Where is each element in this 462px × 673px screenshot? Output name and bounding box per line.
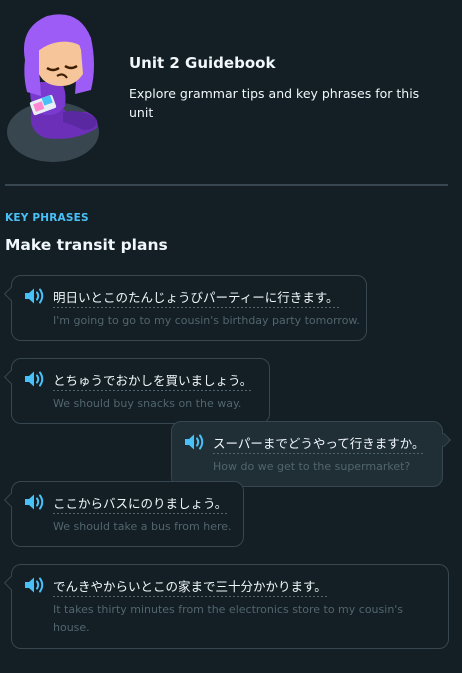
phrase-japanese[interactable]: ここからバスにのりましょう。 (53, 493, 228, 514)
bubble-tail (3, 492, 18, 508)
section-title: Make transit plans (5, 236, 168, 254)
section-label: KEY PHRASES (5, 212, 89, 224)
bubble-tail (3, 575, 18, 591)
phrase-english: It takes thirty minutes from the electro… (53, 603, 404, 634)
phrase-english: How do we get to the supermarket? (213, 460, 411, 473)
phrase-japanese[interactable]: スーパーまでどうやって行きますか。 (213, 433, 425, 454)
phrase-bubble: スーパーまでどうやって行きますか。 How do we get to the s… (171, 421, 451, 487)
speaker-icon[interactable] (24, 493, 46, 511)
speaker-icon[interactable] (24, 576, 46, 594)
phrase-bubble: とちゅうでおかしを買いましょう。 We should buy snacks on… (3, 358, 270, 424)
phrase-bubble: 明日いとこのたんじょうびパーティーに行きます。 I'm going to go … (3, 275, 367, 341)
phrase-japanese[interactable]: でんきやからいとこの家まで三十分かかります。 (53, 576, 327, 597)
phrase-english: I'm going to go to my cousin's birthday … (53, 314, 360, 327)
phrase-english: We should buy snacks on the way. (53, 397, 242, 410)
phrase-english: We should take a bus from here. (53, 520, 232, 533)
speaker-icon[interactable] (24, 287, 46, 305)
phrase-japanese[interactable]: とちゅうでおかしを買いましょう。 (53, 370, 253, 391)
character-avatar-icon (7, 14, 99, 162)
phrase-bubble: ここからバスにのりましょう。 We should take a bus from… (3, 481, 244, 547)
section-divider (5, 184, 448, 186)
phrase-bubble: でんきやからいとこの家まで三十分かかります。 It takes thirty m… (3, 564, 449, 649)
bubble-tail (3, 369, 18, 385)
speaker-icon[interactable] (24, 370, 46, 388)
speaker-icon[interactable] (184, 433, 206, 451)
bubble-tail (3, 286, 18, 302)
bubble-tail (436, 432, 451, 448)
guidebook-title: Unit 2 Guidebook (129, 54, 276, 72)
phrase-japanese[interactable]: 明日いとこのたんじょうびパーティーに行きます。 (53, 287, 339, 308)
guidebook-description: Explore grammar tips and key phrases for… (129, 86, 420, 120)
guidebook-header: Unit 2 Guidebook Explore grammar tips an… (0, 0, 462, 175)
